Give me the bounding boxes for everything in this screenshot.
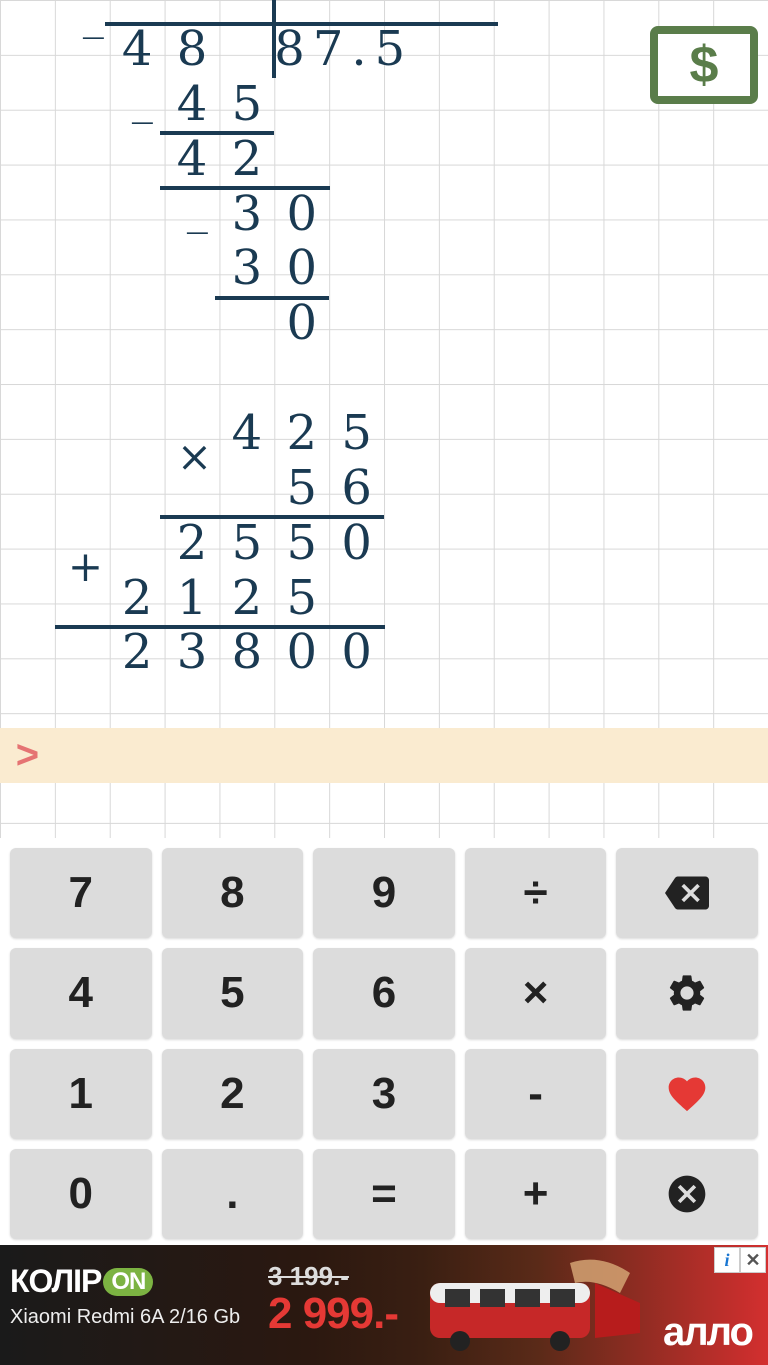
div-quotient: 87.5 [274, 22, 438, 77]
mul-digit: 5 [329, 406, 384, 461]
key-9[interactable]: 9 [313, 848, 455, 938]
mul-digit: 2 [110, 571, 165, 626]
mul-digit: 4 [220, 406, 275, 461]
div-digit: 4 [165, 132, 220, 187]
calculation-area: $ 4 8 87.5 _ _ 4 5 4 2 _ 3 0 3 0 0 × 4 2… [0, 0, 768, 838]
heart-icon [665, 1072, 709, 1116]
div-digit: 2 [220, 132, 275, 187]
div-digit: 5 [220, 77, 275, 132]
mul-digit: 0 [329, 516, 384, 571]
input-row[interactable] [0, 728, 768, 783]
key-1[interactable]: 1 [10, 1049, 152, 1139]
ad-close-icon[interactable]: ✕ [740, 1247, 766, 1273]
mul-digit: 2 [110, 625, 165, 680]
key-6[interactable]: 6 [313, 948, 455, 1038]
key-divide[interactable]: ÷ [465, 848, 607, 938]
ad-info-icon[interactable]: i [714, 1247, 740, 1273]
mul-digit: 8 [220, 625, 275, 680]
mul-digit: 2 [165, 516, 220, 571]
mul-digit: 2 [220, 571, 275, 626]
key-minus[interactable]: - [465, 1049, 607, 1139]
ad-new-price: 2 999.- [268, 1292, 398, 1336]
minus-op: _ [170, 183, 225, 238]
division-hline [272, 22, 498, 26]
ad-controls: i ✕ [714, 1247, 766, 1273]
key-settings[interactable] [616, 948, 758, 1038]
calc-rule [160, 131, 274, 135]
mul-digit: 5 [274, 516, 329, 571]
ad-train-image [410, 1253, 650, 1357]
key-clear[interactable] [616, 1149, 758, 1239]
ad-prices: 3 199.- 2 999.- [268, 1261, 398, 1336]
prompt-icon: > [0, 728, 55, 783]
keypad: 7 8 9 ÷ 4 5 6 × 1 2 3 - 0 . = + [0, 838, 768, 1245]
mul-digit: 6 [329, 461, 384, 516]
close-circle-icon [665, 1172, 709, 1216]
plus-op: + [58, 540, 113, 595]
ad-brand: КОЛІРON [10, 1263, 240, 1300]
minus-op: _ [66, 0, 121, 43]
mul-digit: 5 [274, 461, 329, 516]
key-2[interactable]: 2 [162, 1049, 304, 1139]
key-4[interactable]: 4 [10, 948, 152, 1038]
division-vline [272, 0, 276, 78]
key-3[interactable]: 3 [313, 1049, 455, 1139]
div-digit: 3 [220, 187, 275, 242]
div-digit: 0 [274, 296, 329, 351]
ad-brand-on: ON [103, 1268, 153, 1296]
minus-op: _ [115, 73, 170, 128]
key-multiply[interactable]: × [465, 948, 607, 1038]
key-backspace[interactable] [616, 848, 758, 938]
mul-digit: 0 [274, 625, 329, 680]
mul-digit: 2 [274, 406, 329, 461]
ad-brand-prefix: КОЛІР [10, 1263, 101, 1299]
key-equals[interactable]: = [313, 1149, 455, 1239]
dollar-icon: $ [690, 35, 719, 95]
key-decimal[interactable]: . [162, 1149, 304, 1239]
div-digit: 0 [274, 241, 329, 296]
key-5[interactable]: 5 [162, 948, 304, 1038]
mul-digit: 5 [274, 571, 329, 626]
div-digit: 0 [274, 187, 329, 242]
div-digit: 4 [165, 77, 220, 132]
backspace-icon [665, 871, 709, 915]
calc-rule [105, 22, 273, 26]
mul-digit: 5 [220, 516, 275, 571]
currency-button[interactable]: $ [650, 26, 758, 104]
key-7[interactable]: 7 [10, 848, 152, 938]
key-favorite[interactable] [616, 1049, 758, 1139]
key-8[interactable]: 8 [162, 848, 304, 938]
ad-shop-brand: алло [663, 1310, 752, 1355]
ad-banner[interactable]: i ✕ КОЛІРON Xiaomi Redmi 6A 2/16 Gb 3 19… [0, 1245, 768, 1365]
mul-digit: 0 [329, 625, 384, 680]
key-0[interactable]: 0 [10, 1149, 152, 1239]
mul-digit: 3 [165, 625, 220, 680]
key-plus[interactable]: + [465, 1149, 607, 1239]
mul-digit: 1 [165, 571, 220, 626]
ad-product: Xiaomi Redmi 6A 2/16 Gb [10, 1306, 240, 1329]
div-digit: 8 [165, 22, 220, 77]
ad-old-price: 3 199.- [268, 1261, 398, 1292]
gear-icon [665, 971, 709, 1015]
times-op: × [167, 430, 222, 485]
ad-left: КОЛІРON Xiaomi Redmi 6A 2/16 Gb [10, 1263, 240, 1329]
div-digit: 3 [220, 241, 275, 296]
calc-rule [160, 186, 330, 190]
